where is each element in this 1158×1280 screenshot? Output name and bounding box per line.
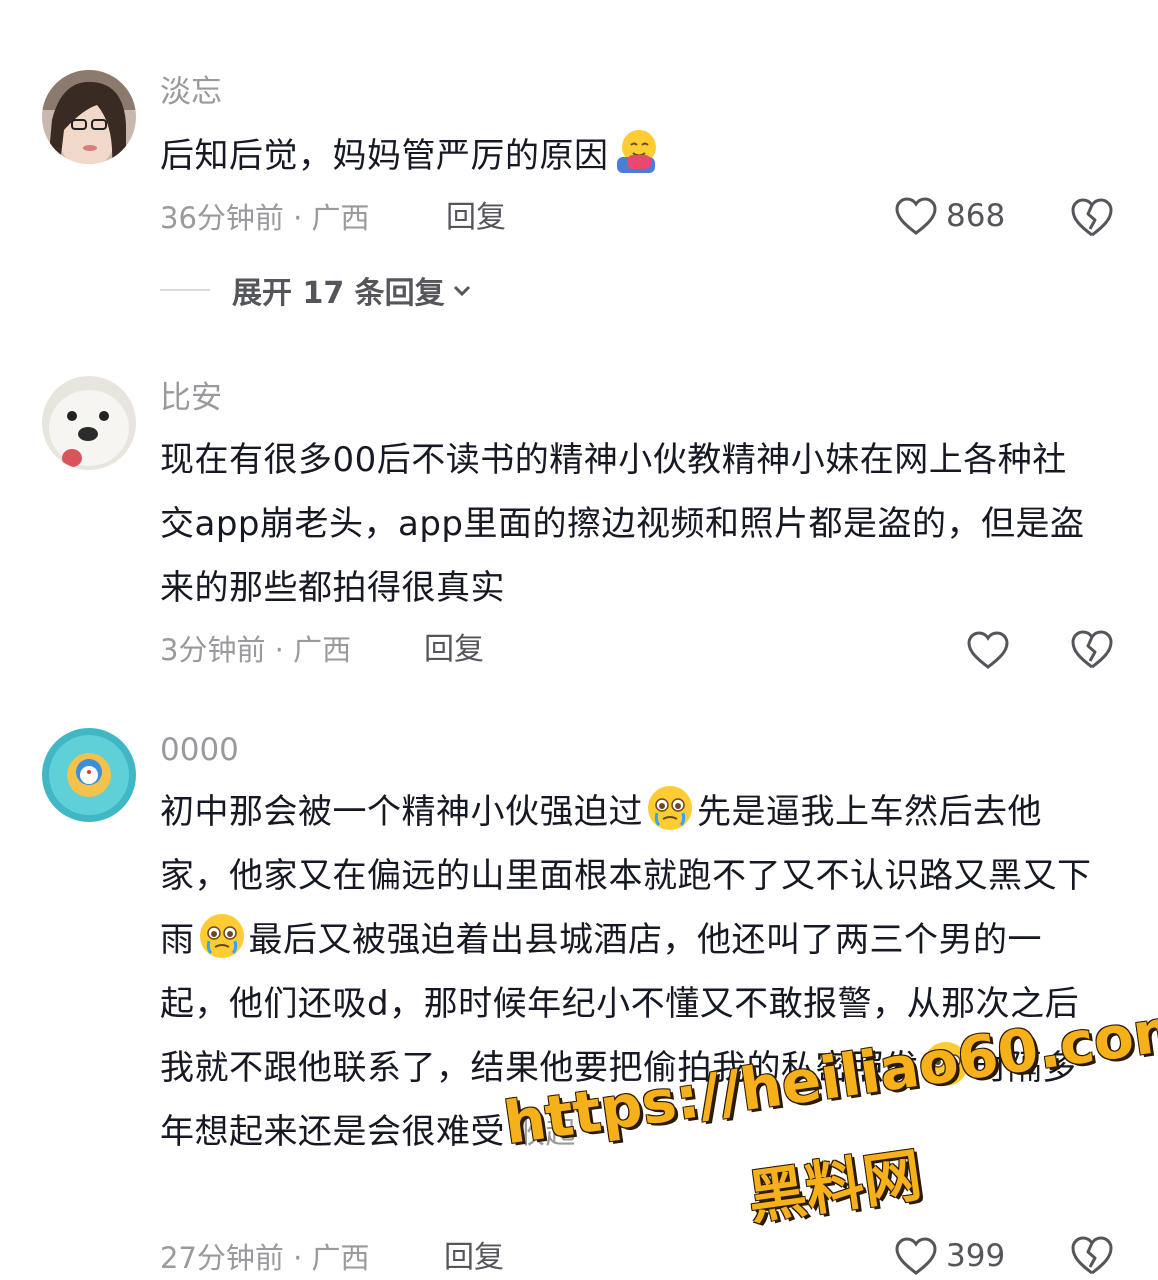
expand-replies-label: 展开 17 条回复 <box>232 276 445 311</box>
comment-text: 现在有很多00后不读书的精神小伙教精神小妹在网上各种社交app崩老头，app里面… <box>160 440 1085 608</box>
heart-icon <box>967 631 1009 669</box>
broken-heart-icon <box>1071 198 1113 237</box>
comment-text: 后知后觉，妈妈管严厉的原因 <box>160 124 1120 188</box>
like-count: 399 <box>946 1238 1006 1274</box>
heart-icon <box>895 197 937 235</box>
reply-button[interactable]: 回复 <box>424 630 484 670</box>
hugging-face-emoji-icon <box>611 127 661 177</box>
pleading-crying-face-emoji-icon <box>645 783 695 833</box>
username[interactable]: 淡忘 <box>160 72 222 112</box>
pleading-crying-face-emoji-icon <box>197 911 247 961</box>
divider <box>160 289 210 291</box>
avatar[interactable] <box>42 70 136 164</box>
like-button[interactable]: 399 <box>894 1236 1005 1276</box>
heart-icon <box>895 1237 937 1275</box>
username[interactable]: 0000 <box>160 730 239 770</box>
comment-meta: 36分钟前 · 广西 <box>160 201 370 235</box>
broken-heart-icon <box>1071 1236 1113 1275</box>
like-button[interactable] <box>966 630 1010 670</box>
dislike-button[interactable] <box>1070 628 1114 670</box>
expand-replies-button[interactable]: 展开 17 条回复 <box>160 268 473 312</box>
comment-text-content: 后知后觉，妈妈管严厉的原因 <box>160 136 609 176</box>
like-button[interactable]: 868 <box>894 196 1005 236</box>
reply-button[interactable]: 回复 <box>444 1238 504 1278</box>
dislike-button[interactable] <box>1070 196 1114 238</box>
avatar[interactable] <box>42 728 136 822</box>
broken-heart-icon <box>1071 630 1113 669</box>
reply-button[interactable]: 回复 <box>446 198 506 238</box>
chevron-down-icon <box>453 285 470 297</box>
avatar[interactable] <box>42 376 136 470</box>
dislike-button[interactable] <box>1070 1234 1114 1276</box>
like-count: 868 <box>946 198 1006 234</box>
comment-meta: 3分钟前 · 广西 <box>160 633 352 667</box>
comment-meta: 27分钟前 · 广西 <box>160 1241 370 1275</box>
username[interactable]: 比安 <box>160 378 222 418</box>
comment-text-segment: 初中那会被一个精神小伙强迫过 <box>160 792 643 832</box>
